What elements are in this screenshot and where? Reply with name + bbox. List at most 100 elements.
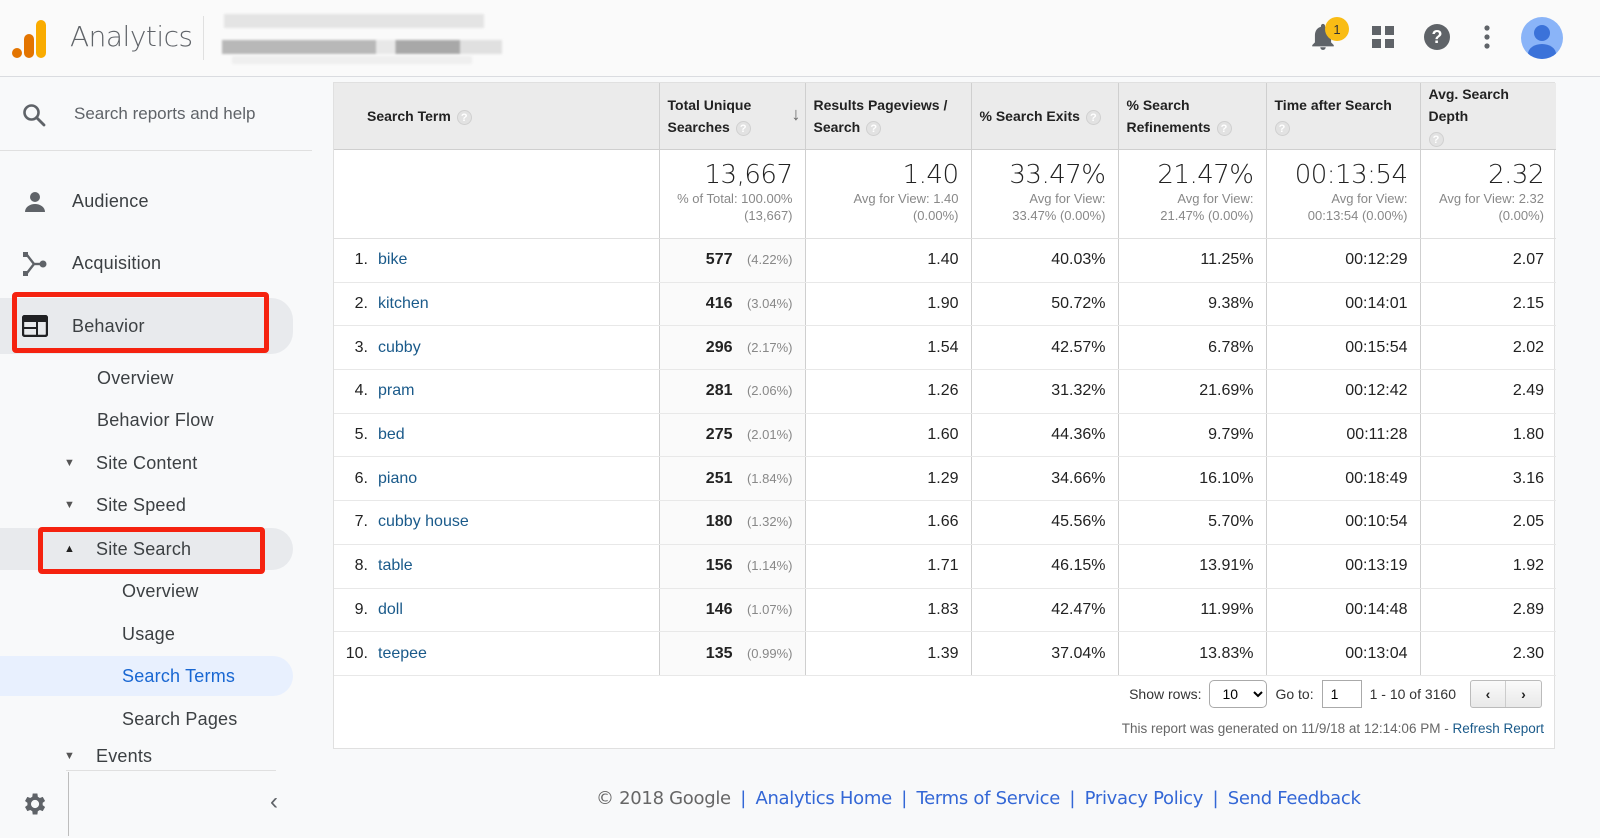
results-pageviews-cell: 1.26: [805, 369, 972, 414]
row-rank: 7.: [354, 513, 368, 531]
sidebar-item-site-search[interactable]: ▲ Site Search: [0, 528, 293, 570]
next-page-button[interactable]: ›: [1506, 681, 1541, 707]
search-term-link[interactable]: cubby: [378, 339, 421, 356]
goto-page-input[interactable]: [1321, 680, 1362, 708]
search-term-link[interactable]: bike: [378, 251, 407, 268]
more-options-button[interactable]: [1467, 17, 1507, 57]
help-tooltip-icon[interactable]: ?: [735, 120, 751, 136]
unique-searches-cell: 281 (2.06%): [659, 369, 806, 414]
total-results-pageviews: 1.40 Avg for View: 1.40 (0.00%): [805, 149, 972, 239]
time-after-search-cell: 00:14:01: [1266, 282, 1421, 327]
search-refinements-cell: 9.79%: [1118, 413, 1267, 458]
help-icon: ?: [1424, 24, 1450, 50]
analytics-home-link[interactable]: Analytics Home: [755, 788, 892, 809]
unique-searches-cell: 156 (1.14%): [659, 544, 806, 589]
sidebar-item-events[interactable]: ▼ Events: [0, 741, 293, 771]
col-header-search-refinements[interactable]: % Search Refinements?: [1118, 83, 1267, 150]
terms-of-service-link[interactable]: Terms of Service: [916, 788, 1060, 809]
search-term-cell: 10. teepee: [334, 631, 660, 676]
sidebar-item-behavior[interactable]: Behavior: [0, 298, 293, 354]
sidebar-footer: ‹: [0, 770, 312, 838]
sidebar-item-label: Overview: [122, 580, 199, 601]
sidebar-item-label: Behavior: [72, 315, 145, 336]
privacy-policy-link[interactable]: Privacy Policy: [1085, 788, 1204, 809]
caret-up-icon: ▲: [64, 543, 75, 555]
total-unique-searches: 13,667 % of Total: 100.00% (13,667): [659, 149, 806, 239]
col-header-results-pageviews[interactable]: Results Pageviews / Search?: [805, 83, 972, 150]
help-button[interactable]: ?: [1417, 17, 1457, 57]
help-tooltip-icon[interactable]: ?: [1274, 120, 1290, 136]
sidebar-item-search-terms[interactable]: Search Terms: [0, 656, 293, 696]
avg-search-depth-cell: 2.05: [1420, 500, 1556, 545]
caret-down-icon: ▼: [64, 750, 75, 762]
sidebar-item-label: Events: [96, 745, 153, 766]
sidebar-item-behavior-flow[interactable]: Behavior Flow: [0, 400, 293, 440]
col-header-search-term[interactable]: Search Term?: [334, 83, 660, 150]
search-term-link[interactable]: piano: [378, 470, 417, 487]
sidebar-item-audience[interactable]: Audience: [0, 180, 293, 222]
search-term-cell: 4. pram: [334, 369, 660, 414]
search-icon: [23, 104, 46, 127]
sidebar-item-acquisition[interactable]: Acquisition: [0, 242, 293, 284]
search-term-link[interactable]: doll: [378, 601, 403, 618]
table-row: 2. kitchen 416 (3.04%) 1.90 50.72% 9.38% 00:14:…: [334, 282, 1556, 327]
unique-searches-cell: 296 (2.17%): [659, 325, 806, 371]
search-term-link[interactable]: bed: [378, 426, 405, 443]
help-tooltip-icon[interactable]: ?: [1085, 109, 1101, 125]
time-after-search-cell: 00:14:48: [1266, 588, 1421, 633]
copyright-text: © 2018 Google: [596, 788, 731, 809]
table-header-row: Search Term? Total Unique Searches? ↓ Re…: [334, 83, 1556, 150]
avg-search-depth-cell: 2.07: [1420, 238, 1556, 283]
sidebar-item-site-speed[interactable]: ▼ Site Speed: [0, 485, 293, 525]
help-tooltip-icon[interactable]: ?: [866, 120, 882, 136]
sidebar-item-usage[interactable]: Usage: [0, 614, 293, 654]
sidebar-item-label: Search Terms: [122, 665, 236, 686]
search-reports-input[interactable]: [74, 102, 294, 126]
top-app-bar: Analytics 1 ?: [0, 0, 1600, 77]
sidebar-item-behavior-overview[interactable]: Overview: [0, 358, 293, 398]
search-term-link[interactable]: teepee: [378, 645, 427, 662]
account-selector-redacted[interactable]: [212, 12, 512, 66]
help-tooltip-icon[interactable]: ?: [456, 109, 472, 125]
send-feedback-link[interactable]: Send Feedback: [1228, 788, 1361, 809]
results-pageviews-cell: 1.39: [805, 631, 972, 676]
goto-label: Go to:: [1275, 686, 1314, 702]
account-avatar[interactable]: [1521, 17, 1563, 59]
sidebar-item-label: Site Speed: [96, 494, 187, 515]
analytics-logo-icon[interactable]: [12, 20, 48, 58]
avg-search-depth-cell: 3.16: [1420, 456, 1556, 502]
results-pageviews-cell: 1.66: [805, 500, 972, 545]
col-header-time-after-search[interactable]: Time after Search ?: [1266, 83, 1421, 150]
search-exits-cell: 42.57%: [971, 325, 1119, 371]
search-term-link[interactable]: pram: [378, 382, 414, 399]
search-term-cell: 5. bed: [334, 413, 660, 458]
gear-icon[interactable]: [20, 790, 48, 818]
refresh-report-link[interactable]: Refresh Report: [1452, 721, 1544, 736]
collapse-sidebar-button[interactable]: ‹: [270, 788, 278, 816]
search-term-cell: 8. table: [334, 544, 660, 589]
search-term-cell: 1. bike: [334, 238, 660, 283]
sidebar-item-site-content[interactable]: ▼ Site Content: [0, 443, 293, 483]
col-header-search-exits[interactable]: % Search Exits?: [971, 83, 1119, 150]
apps-button[interactable]: [1363, 17, 1403, 57]
table-row: 5. bed 275 (2.01%) 1.60 44.36% 9.79% 00:11:28 1.…: [334, 413, 1556, 458]
row-rank: 9.: [354, 600, 368, 618]
sidebar-item-site-search-overview[interactable]: Overview: [0, 571, 293, 611]
col-header-unique-searches[interactable]: Total Unique Searches? ↓: [659, 83, 806, 150]
divider: [68, 772, 69, 836]
time-after-search-cell: 00:12:29: [1266, 238, 1421, 283]
help-tooltip-icon[interactable]: ?: [1216, 120, 1232, 136]
col-header-avg-search-depth[interactable]: Avg. Search Depth ?: [1420, 83, 1556, 150]
search-term-link[interactable]: table: [378, 557, 413, 574]
more-vert-icon: [1484, 25, 1490, 49]
sidebar-item-search-pages[interactable]: Search Pages: [0, 699, 293, 739]
show-rows-select[interactable]: 10: [1209, 680, 1268, 708]
notification-badge: 1: [1325, 17, 1349, 41]
search-term-link[interactable]: cubby house: [378, 513, 469, 530]
sidebar-item-label: Acquisition: [72, 252, 162, 273]
previous-page-button[interactable]: ‹: [1471, 681, 1506, 707]
search-term-link[interactable]: kitchen: [378, 295, 429, 312]
sort-descending-icon[interactable]: ↓: [792, 103, 801, 125]
help-tooltip-icon[interactable]: ?: [1428, 131, 1444, 147]
time-after-search-cell: 00:12:42: [1266, 369, 1421, 414]
